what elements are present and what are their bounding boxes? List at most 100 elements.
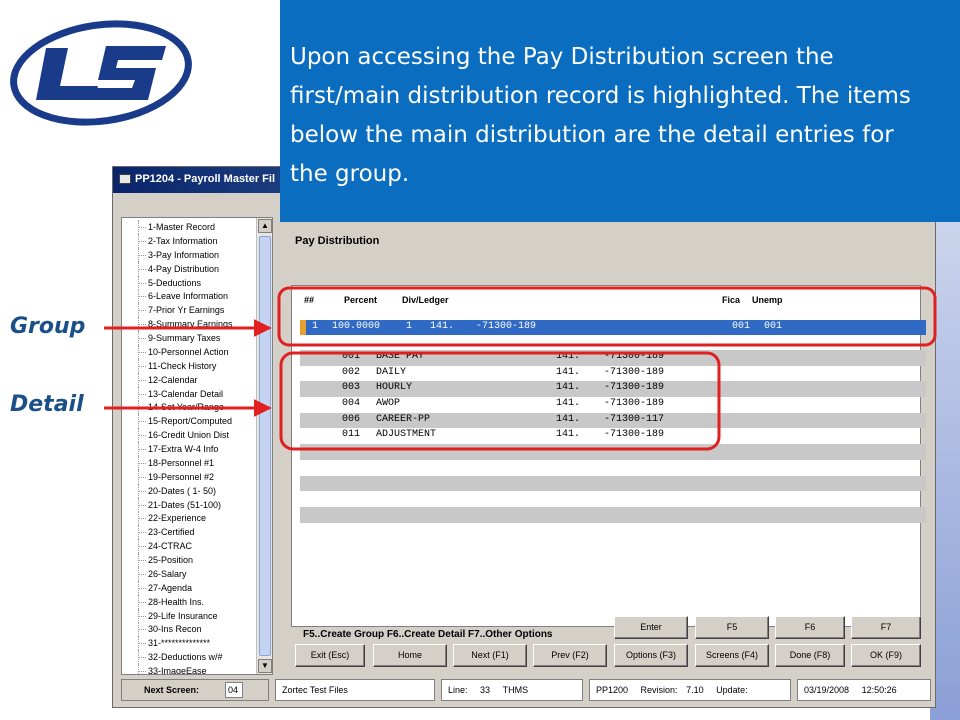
nav-item[interactable]: 29-Life Insurance (126, 608, 256, 623)
detail-row[interactable]: 001 BASE PAY 141. -71300-189 (300, 350, 926, 366)
nav-item[interactable]: 24-CTRAC (126, 539, 256, 553)
exit-button[interactable]: Exit (Esc) (295, 644, 365, 667)
options-button[interactable]: Options (F3) (614, 644, 688, 667)
nav-item[interactable]: 7-Prior Yr Earnings (126, 303, 256, 318)
header-unemp: Unemp (752, 295, 783, 305)
screens-button[interactable]: Screens (F4) (695, 644, 769, 667)
detail-row[interactable]: 004 AWOP 141. -71300-189 (300, 397, 926, 413)
next-button[interactable]: Next (F1) (453, 644, 527, 667)
line-value: 33 (480, 685, 491, 695)
detail-l2: -71300-189 (604, 429, 665, 441)
empty-row (300, 506, 926, 523)
next-screen-label: Next Screen: (144, 685, 200, 695)
detail-code: 001 (342, 351, 361, 362)
detail-code: 006 (342, 413, 361, 425)
group-annotation-label: Group (10, 314, 86, 339)
nav-item[interactable]: 15-Report/Computed (126, 414, 256, 429)
next-screen-field: Next Screen: (121, 679, 269, 701)
detail-l1: 141. (556, 413, 581, 425)
nav-scrollbar[interactable]: ▲ ▼ (256, 218, 272, 674)
nav-list: 1-Master Record 2-Tax Information 3-Pay In… (126, 220, 256, 674)
nav-item[interactable]: 19-Personnel #2 (126, 469, 256, 484)
nav-item[interactable]: 5-Deductions (126, 275, 256, 290)
nav-item[interactable]: 13-Calendar Detail (126, 386, 256, 401)
done-button[interactable]: Done (F8) (775, 644, 845, 667)
home-button[interactable]: Home (373, 644, 447, 667)
empty-row (300, 460, 926, 476)
f5-button[interactable]: F5 (695, 616, 769, 639)
nav-item[interactable]: 2-Tax Information (126, 233, 256, 248)
nav-item[interactable]: 10-Personnel Action (126, 344, 256, 359)
nav-item[interactable]: 27-Agenda (126, 580, 256, 595)
program-name: PP1200 (596, 685, 629, 695)
nav-item[interactable]: 25-Position (126, 553, 256, 567)
nav-item[interactable]: 23-Certified (126, 525, 256, 540)
detail-l1: 141. (556, 398, 581, 410)
detail-l2: -71300-117 (604, 413, 665, 425)
detail-annotation-label: Detail (10, 392, 84, 417)
nav-item[interactable]: 28-Health Ins. (126, 594, 256, 609)
nav-item[interactable]: 1-Master Record (126, 220, 256, 234)
nav-item[interactable]: 33-ImageEase (126, 664, 256, 674)
empty-row (300, 491, 926, 507)
f6-button[interactable]: F6 (775, 616, 845, 639)
enter-button[interactable]: Enter (614, 616, 688, 639)
detail-row[interactable]: 006 CAREER-PP 141. -71300-117 (300, 412, 926, 429)
nav-item[interactable]: 4-Pay Distribution (126, 261, 256, 276)
callout-text: Upon accessing the Pay Distribution scre… (290, 44, 911, 187)
detail-desc: AWOP (376, 398, 401, 410)
group-percent: 100.0000 (332, 321, 381, 332)
header-percent: Percent (344, 295, 378, 305)
detail-desc: HOURLY (376, 382, 413, 394)
detail-l1: 141. (556, 351, 581, 362)
scroll-up-icon[interactable]: ▲ (258, 219, 272, 233)
group-ledger-2: -71300-189 (476, 321, 537, 332)
distribution-grid: ## Percent Div/Ledger Fica Unemp 1 100.0… (291, 285, 926, 627)
nav-item[interactable]: 22-Experience (126, 511, 256, 526)
nav-item[interactable]: 18-Personnel #1 (126, 455, 256, 470)
group-div: 1 (406, 321, 413, 332)
datetime-field: 03/19/2008 12:50:26 (797, 679, 931, 701)
empty-row (300, 444, 926, 460)
prev-button[interactable]: Prev (F2) (533, 644, 607, 667)
company-logo (10, 20, 192, 126)
nav-item[interactable]: 11-Check History (126, 358, 256, 373)
nav-item[interactable]: 20-Dates ( 1- 50) (126, 483, 256, 498)
screen-nav-tree: 1-Master Record 2-Tax Information 3-Pay In… (121, 217, 273, 675)
f7-button[interactable]: F7 (851, 616, 921, 639)
window-icon (119, 174, 131, 184)
detail-l1: 141. (556, 382, 581, 394)
row-selection-marker (300, 320, 306, 335)
group-row-selected[interactable]: 1 100.0000 1 141. -71300-189 001 001 (300, 320, 926, 335)
nav-item[interactable]: 9-Summary Taxes (126, 331, 256, 345)
next-screen-input[interactable]: 04 (225, 682, 243, 698)
nav-item[interactable]: 30-Ins Recon (126, 622, 256, 637)
nav-item[interactable]: 6-Leave Information (126, 289, 256, 304)
detail-desc: BASE PAY (376, 351, 425, 362)
nav-item[interactable]: 17-Extra W-4 Info (126, 442, 256, 456)
detail-l1: 141. (556, 366, 581, 378)
nav-item[interactable]: 32-Deductions w/# (126, 650, 256, 664)
detail-row[interactable]: 003 HOURLY 141. -71300-189 (300, 381, 926, 398)
revision-value: 7.10 (686, 685, 704, 695)
detail-code: 002 (342, 366, 361, 378)
nav-item[interactable]: 3-Pay Information (126, 247, 256, 262)
group-unemp: 001 (764, 321, 783, 332)
group-fica: 001 (732, 321, 751, 332)
scroll-down-icon[interactable]: ▼ (258, 659, 272, 673)
nav-item[interactable]: 16-Credit Union Dist (126, 428, 256, 442)
nav-item[interactable]: 14-Set Year/Range (126, 400, 256, 415)
line-label: Line: (448, 685, 468, 695)
detail-row[interactable]: 011 ADJUSTMENT 141. -71300-189 (300, 428, 926, 444)
empty-row (300, 475, 926, 492)
main-panel: Pay Distribution ## Percent Div/Ledger F… (283, 225, 929, 675)
nav-item[interactable]: 8-Summary Earnings (126, 317, 256, 331)
callout-box: Upon accessing the Pay Distribution scre… (280, 0, 960, 222)
nav-item[interactable]: 12-Calendar (126, 372, 256, 387)
ok-button[interactable]: OK (F9) (851, 644, 921, 667)
nav-item[interactable]: 21-Dates (51-100) (126, 497, 256, 512)
scroll-thumb[interactable] (259, 236, 271, 656)
nav-item[interactable]: 26-Salary (126, 566, 256, 581)
nav-item[interactable]: 31-************** (126, 636, 256, 651)
detail-row[interactable]: 002 DAILY 141. -71300-189 (300, 366, 926, 382)
